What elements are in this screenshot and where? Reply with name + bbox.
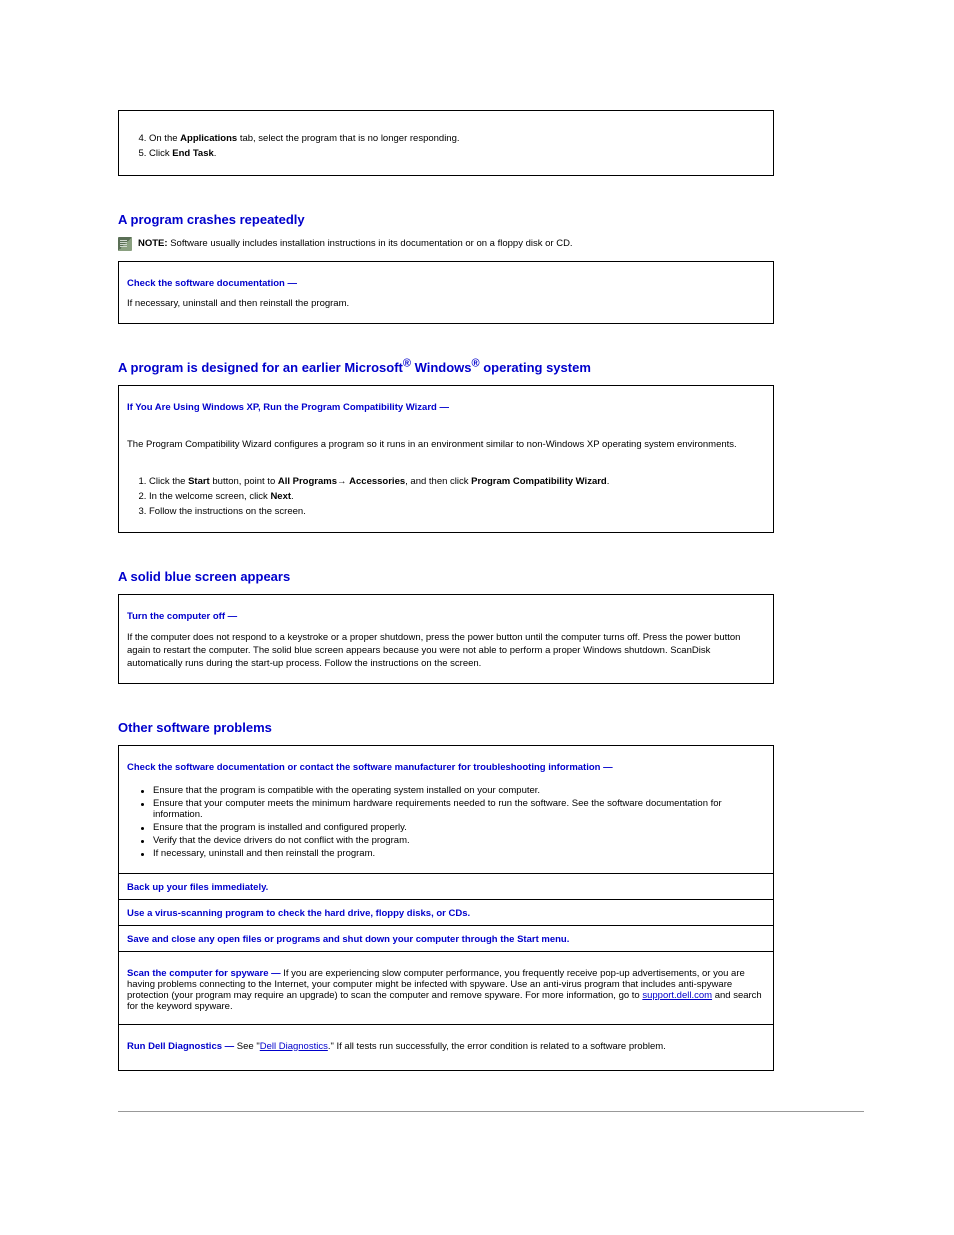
task-step: Click End Task. xyxy=(149,148,765,161)
compatibility-wizard-box: If You Are Using Windows XP, Run the Pro… xyxy=(118,385,774,533)
row-virus-scan: Use a virus-scanning program to check th… xyxy=(119,900,773,926)
heading-earlier-windows: A program is designed for an earlier Mic… xyxy=(118,360,774,375)
row5-lead: Scan the computer for spyware — xyxy=(127,968,281,979)
bullet-item: Verify that the device drivers do not co… xyxy=(145,835,765,846)
blue-lead: Turn the computer off — xyxy=(127,611,237,622)
compat-step-1: Click the Start button, point to All Pro… xyxy=(149,476,765,489)
row6-a: See " xyxy=(237,1041,260,1052)
blue-screen-box: Turn the computer off — If the computer … xyxy=(118,594,774,683)
note-row: NOTE: Software usually includes installa… xyxy=(118,237,774,251)
compat-para: The Program Compatibility Wizard configu… xyxy=(127,439,765,452)
note-text: NOTE: Software usually includes installa… xyxy=(138,238,573,249)
compat-lead: If You Are Using Windows XP, Run the Pro… xyxy=(127,402,449,413)
task-manager-steps-list: On the Applications tab, select the prog… xyxy=(127,133,765,161)
row6-lead: Run Dell Diagnostics — xyxy=(127,1041,234,1052)
note-label: NOTE: xyxy=(138,238,168,249)
row-shutdown: Save and close any open files or program… xyxy=(119,926,773,952)
compat-steps: Click the Start button, point to All Pro… xyxy=(127,476,765,518)
compat-step-2: In the welcome screen, click Next. xyxy=(149,491,765,504)
row4-text: Save and close any open files or program… xyxy=(127,934,569,945)
compat-step-3: Follow the instructions on the screen. xyxy=(149,506,765,519)
row-check-docs: Check the software documentation or cont… xyxy=(119,746,773,874)
check-docs-lead: Check the software documentation — xyxy=(127,278,297,289)
heading-crashes-repeatedly: A program crashes repeatedly xyxy=(118,212,774,227)
note-icon xyxy=(118,237,132,251)
row1-bullets: Ensure that the program is compatible wi… xyxy=(127,785,765,859)
row-diagnostics: Run Dell Diagnostics — See "Dell Diagnos… xyxy=(119,1025,773,1070)
heading-pre: A program is designed for an earlier Mic… xyxy=(118,360,403,375)
heading-mid: Windows xyxy=(411,360,472,375)
other-problems-box: Check the software documentation or cont… xyxy=(118,745,774,1071)
page-rule xyxy=(118,1111,864,1112)
blue-text: If the computer does not respond to a ke… xyxy=(127,632,765,670)
dell-diagnostics-link[interactable]: Dell Diagnostics xyxy=(260,1041,328,1052)
row3-text: Use a virus-scanning program to check th… xyxy=(127,908,470,919)
note-body: Software usually includes installation i… xyxy=(170,238,572,249)
bullet-item: Ensure that the program is installed and… xyxy=(145,822,765,833)
bullet-item: If necessary, uninstall and then reinsta… xyxy=(145,848,765,859)
heading-post: operating system xyxy=(480,360,591,375)
check-docs-text: If necessary, uninstall and then reinsta… xyxy=(127,298,765,311)
row-spyware: Scan the computer for spyware — If you a… xyxy=(119,952,773,1025)
task-step: On the Applications tab, select the prog… xyxy=(149,133,765,146)
row6-b: ." If all tests run successfully, the er… xyxy=(328,1041,666,1052)
task-manager-steps-box: On the Applications tab, select the prog… xyxy=(118,110,774,176)
bullet-item: Ensure that the program is compatible wi… xyxy=(145,785,765,796)
row1-lead: Check the software documentation or cont… xyxy=(127,762,613,773)
heading-blue-screen: A solid blue screen appears xyxy=(118,569,774,584)
check-documentation-box: Check the software documentation — If ne… xyxy=(118,261,774,325)
row-backup: Back up your files immediately. xyxy=(119,874,773,900)
heading-other-problems: Other software problems xyxy=(118,720,774,735)
bullet-item: Ensure that your computer meets the mini… xyxy=(145,798,765,820)
row2-text: Back up your files immediately. xyxy=(127,882,268,893)
support-dell-link[interactable]: support.dell.com xyxy=(642,990,712,1001)
